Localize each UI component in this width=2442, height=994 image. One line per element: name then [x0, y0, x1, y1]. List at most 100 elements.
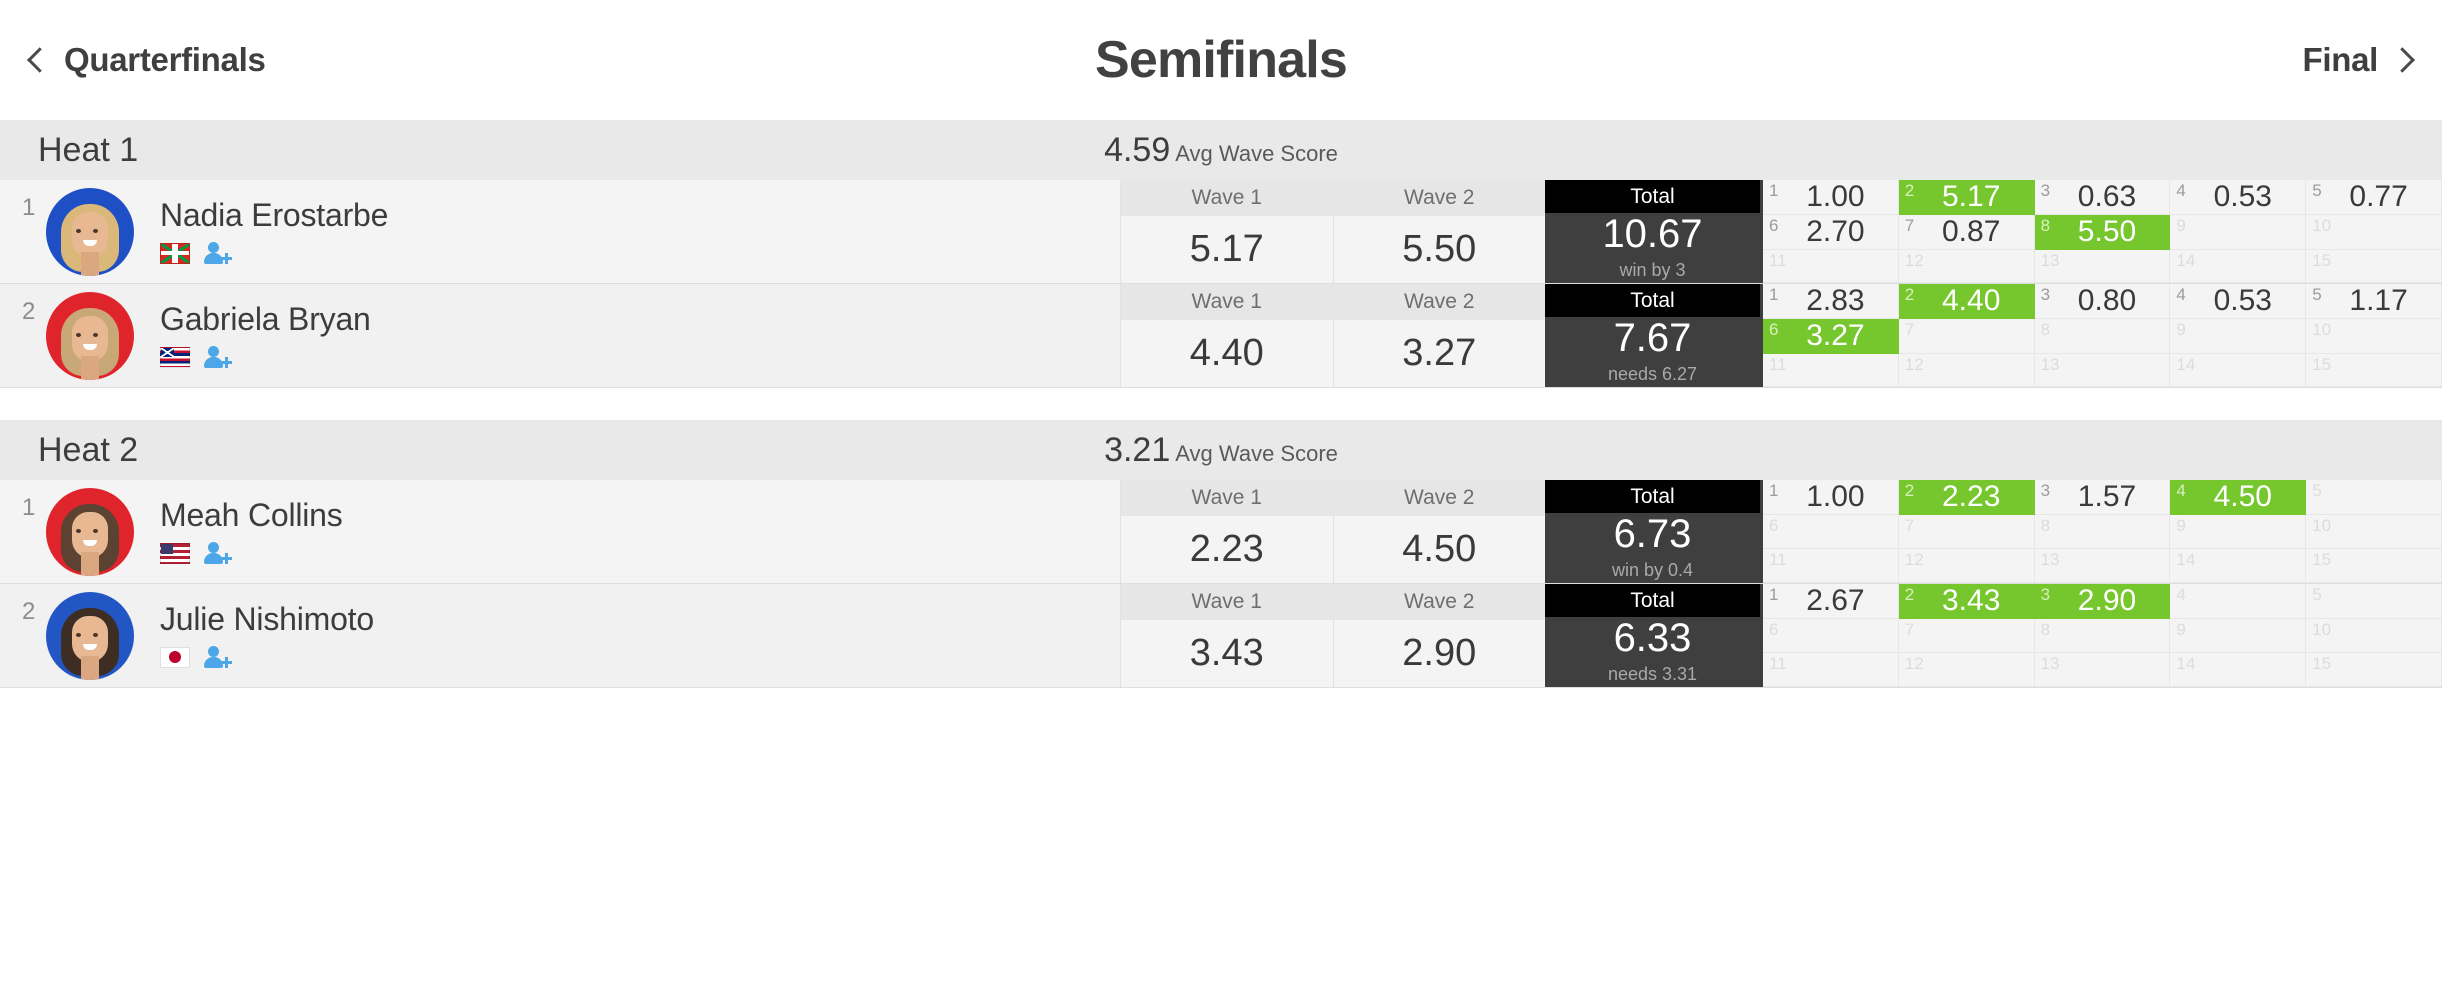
- wave-cell[interactable]: 3 0.80: [2034, 284, 2171, 319]
- wave-number: 13: [2040, 550, 2060, 569]
- avg-wave-score-value: 3.21: [1104, 430, 1171, 469]
- wave2-score: 3.27: [1333, 320, 1545, 387]
- wave-number: 13: [2040, 654, 2060, 673]
- wave-cell-empty: 12: [1898, 653, 2035, 687]
- wave-cell-empty: 14: [2170, 653, 2307, 687]
- wave-cell[interactable]: 3 1.57: [2034, 480, 2171, 515]
- wave-cell[interactable]: 4 0.53: [2170, 180, 2307, 215]
- wave-cell[interactable]: 3 0.63: [2034, 180, 2171, 215]
- wave-cell[interactable]: 1 1.00: [1763, 480, 1899, 515]
- wave-number: 1: [1769, 181, 1779, 200]
- wave-cell[interactable]: 2 3.43: [1898, 584, 2035, 619]
- avatar-portrait: [61, 306, 119, 380]
- wave-score: 2.23: [1942, 480, 2001, 513]
- wave-score: 1.00: [1806, 480, 1865, 513]
- wave-cell[interactable]: 3 2.90: [2034, 584, 2171, 619]
- athlete-icon-row: [160, 644, 374, 670]
- wave-number: 2: [1904, 481, 1915, 500]
- wave-number: 5: [2312, 585, 2322, 604]
- total-note: win by 3: [1619, 260, 1686, 280]
- athlete-meta: Gabriela Bryan: [160, 301, 371, 370]
- wave-cell[interactable]: 2 4.40: [1898, 284, 2035, 319]
- wave-cell[interactable]: 1 1.00: [1763, 180, 1899, 215]
- athlete-row[interactable]: 2 Julie Nishimoto Wave 1 3.43 Wave 2 2.90 Tota…: [0, 584, 2442, 688]
- chevron-left-icon: [26, 43, 48, 77]
- wave-cell-empty: 9: [2170, 215, 2307, 250]
- wave-number: 15: [2312, 550, 2332, 569]
- wave-number: 4: [2176, 481, 2186, 500]
- wave-cell-empty: 10: [2306, 215, 2442, 250]
- avatar-portrait: [61, 606, 119, 680]
- wave-number: 1: [1769, 585, 1779, 604]
- add-person-icon[interactable]: [204, 241, 232, 265]
- wave-number: 10: [2312, 320, 2332, 339]
- athlete-icon-row: [160, 540, 343, 566]
- wave-cell[interactable]: 7 0.87: [1898, 215, 2035, 250]
- athlete-rank: 2: [22, 598, 36, 625]
- wave-cell[interactable]: 2 5.17: [1898, 180, 2035, 215]
- wave-number: 5: [2312, 181, 2322, 200]
- wave-number: 9: [2176, 320, 2186, 339]
- wave2-score: 2.90: [1333, 620, 1545, 687]
- athlete-meta: Nadia Erostarbe: [160, 197, 388, 266]
- wave-cell[interactable]: 1 2.83: [1763, 284, 1899, 319]
- athlete-row[interactable]: 1 Meah Collins Wave 1 2.23 Wave 2 4.50 Total 6.…: [0, 480, 2442, 584]
- total-score: 6.33: [1613, 616, 1692, 660]
- wave-number: 9: [2176, 620, 2186, 639]
- wave1-score: 4.40: [1121, 320, 1333, 387]
- next-round-link[interactable]: Final: [2302, 41, 2416, 79]
- wave-cell[interactable]: 4 4.50: [2170, 480, 2307, 515]
- wave-cell[interactable]: 2 2.23: [1898, 480, 2035, 515]
- avg-wave-score-label: Avg Wave Score: [1175, 440, 1338, 466]
- flag-japan-icon: [160, 646, 190, 668]
- wave-cell[interactable]: 6 3.27: [1763, 319, 1899, 354]
- wave-cell[interactable]: 8 5.50: [2034, 215, 2171, 250]
- wave-number: 15: [2312, 355, 2332, 374]
- wave-cell[interactable]: 4 0.53: [2170, 284, 2307, 319]
- add-person-icon[interactable]: [204, 541, 232, 565]
- page-title: Semifinals: [1094, 31, 1348, 89]
- wave1-column: Wave 1 5.17: [1120, 180, 1333, 283]
- athlete-avatar[interactable]: [46, 487, 134, 576]
- athlete-row[interactable]: 1 Nadia Erostarbe Wave 1 5.17 Wave 2 5.50 Tota…: [0, 180, 2442, 284]
- wave-cell-empty: 12: [1898, 250, 2035, 283]
- total-column: Total 7.67 needs 6.27: [1545, 284, 1760, 387]
- wave-cell-empty: 7: [1898, 619, 2035, 653]
- add-person-icon[interactable]: [204, 645, 232, 669]
- wave-cell-empty: 9: [2170, 515, 2307, 549]
- total-score: 6.73: [1613, 512, 1692, 556]
- wave-number: 14: [2176, 654, 2196, 673]
- wave-score: 3.43: [1942, 584, 2001, 617]
- wave-cell-empty: 8: [2034, 319, 2171, 354]
- wave-number: 2: [1904, 285, 1915, 304]
- athlete-avatar[interactable]: [46, 187, 134, 276]
- wave-cell-empty: 7: [1898, 515, 2035, 549]
- wave-number: 14: [2176, 355, 2196, 374]
- wave-cell-empty: 11: [1763, 354, 1899, 387]
- add-person-icon[interactable]: [204, 345, 232, 369]
- prev-round-link[interactable]: Quarterfinals: [26, 41, 266, 79]
- athlete-row[interactable]: 2 Gabriela Bryan Wave 1 4.40 Wave 2 3.27 Total…: [0, 284, 2442, 388]
- wave-cell-empty: 15: [2306, 549, 2442, 583]
- athlete-avatar[interactable]: [46, 291, 134, 380]
- wave-number: 6: [1769, 320, 1779, 339]
- flag-usa-icon: [160, 542, 190, 564]
- wave1-column: Wave 1 2.23: [1120, 480, 1333, 583]
- wave2-header: Wave 2: [1333, 180, 1545, 216]
- wave-number: 3: [2040, 481, 2051, 500]
- flag-basque-icon: [160, 242, 190, 264]
- athlete-avatar[interactable]: [46, 591, 134, 680]
- wave-number: 11: [1769, 355, 1787, 374]
- wave-cell[interactable]: 1 2.67: [1763, 584, 1899, 619]
- wave-cell[interactable]: 6 2.70: [1763, 215, 1899, 250]
- wave-cell[interactable]: 5 1.17: [2306, 284, 2442, 319]
- heats-container: Heat 1 4.59 Avg Wave Score 1 Nadia Erostarbe…: [0, 120, 2442, 688]
- wave-score: 0.53: [2213, 284, 2272, 317]
- wave-cell-empty: 6: [1763, 515, 1899, 549]
- athlete-meta: Julie Nishimoto: [160, 601, 374, 670]
- wave-cell-empty: 15: [2306, 653, 2442, 687]
- wave-cell[interactable]: 5 0.77: [2306, 180, 2442, 215]
- wave-score: 1.00: [1806, 180, 1865, 213]
- wave-number: 8: [2040, 516, 2051, 535]
- athlete-rank: 1: [22, 494, 36, 521]
